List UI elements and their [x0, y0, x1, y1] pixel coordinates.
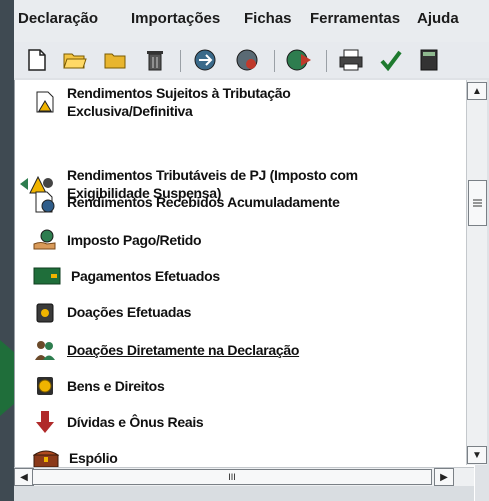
list-item[interactable]: Imposto Pago/Retido	[33, 228, 202, 252]
menu-importacoes[interactable]: Importações	[131, 10, 220, 27]
banknote-icon	[33, 264, 61, 288]
new-document-icon[interactable]	[22, 46, 52, 74]
list-item-label: Rendimentos Sujeitos à Tributação	[67, 85, 291, 101]
list-item-label: Dívidas e Ônus Reais	[67, 414, 204, 430]
transmit-icon[interactable]	[190, 46, 220, 74]
menu-fichas[interactable]: Fichas	[244, 10, 292, 27]
trash-icon[interactable]	[140, 46, 170, 74]
list-item[interactable]: Rendimentos Recebidos Acumuladamente	[33, 190, 340, 214]
scroll-right-button[interactable]: ▶	[434, 468, 454, 486]
vertical-scroll-thumb[interactable]	[468, 180, 487, 226]
list-item[interactable]: Pagamentos Efetuados	[33, 264, 220, 288]
document-warning-icon	[33, 90, 57, 114]
list-item-label: Bens e Direitos	[67, 378, 165, 394]
horizontal-scroll-thumb[interactable]: III	[32, 469, 432, 485]
list-item-label: Doações Diretamente na Declaração	[67, 342, 300, 358]
toolbar-separator	[326, 50, 327, 72]
list-item-label: Exclusiva/Definitiva	[67, 103, 193, 119]
receive-icon[interactable]	[232, 46, 262, 74]
list-item[interactable]: Doações Diretamente na Declaração	[33, 338, 299, 362]
scroll-left-button[interactable]: ◀	[14, 468, 34, 486]
toolbar	[14, 42, 489, 78]
menu-declaracao[interactable]: Declaração	[18, 10, 98, 27]
list-item-label: Espólio	[69, 450, 118, 466]
list-item-label: Imposto Pago/Retido	[67, 232, 202, 248]
list-item-label: Doações Efetuadas	[67, 304, 192, 320]
list-item-label: Rendimentos Tributáveis de PJ (Imposto c…	[67, 167, 358, 183]
list-item-label: Rendimentos Recebidos Acumuladamente	[67, 194, 340, 210]
grip-icon	[473, 199, 482, 207]
vertical-scrollbar[interactable]: ▲ ▼	[466, 80, 487, 465]
status-strip	[14, 486, 474, 501]
list-item[interactable]: Doações Efetuadas	[33, 300, 191, 324]
scroll-down-button[interactable]: ▼	[467, 446, 487, 464]
horizontal-scrollbar[interactable]: ◀ III ▶	[14, 467, 474, 486]
globe-icon[interactable]	[284, 46, 314, 74]
menu-ajuda[interactable]: Ajuda	[417, 10, 459, 27]
list-item[interactable]: Bens e Direitos	[33, 374, 165, 398]
check-icon[interactable]	[376, 46, 406, 74]
list-item-label: Pagamentos Efetuados	[71, 268, 220, 284]
menu-bar: Declaração Importações Fichas Ferramenta…	[14, 0, 489, 43]
print-icon[interactable]	[336, 46, 366, 74]
money-jar-icon	[33, 300, 57, 324]
toolbar-separator	[180, 50, 181, 72]
menu-ferramentas[interactable]: Ferramentas	[310, 10, 400, 27]
fichas-tree-panel: Rendimentos Sujeitos à Tributação Exclus…	[14, 80, 475, 501]
document-clock-icon	[33, 190, 57, 214]
scroll-up-button[interactable]: ▲	[467, 82, 487, 100]
open-folder-icon[interactable]	[60, 46, 90, 74]
coin-document-icon	[33, 374, 57, 398]
list-item[interactable]: Dívidas e Ônus Reais	[33, 410, 204, 434]
toolbar-separator	[274, 50, 275, 72]
down-arrow-icon	[33, 410, 57, 434]
folder-icon[interactable]	[100, 46, 130, 74]
hand-money-icon	[33, 228, 57, 252]
calculator-icon[interactable]	[414, 46, 444, 74]
person-group-icon	[33, 338, 57, 362]
list-item[interactable]: Rendimentos Sujeitos à Tributação Exclus…	[33, 84, 291, 120]
